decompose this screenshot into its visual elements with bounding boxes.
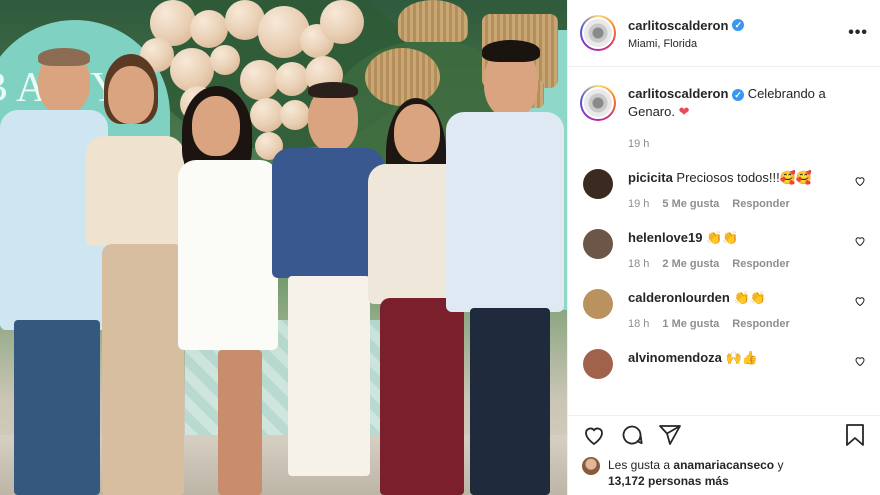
comment-text: 👏👏: [706, 230, 739, 245]
liker-avatar[interactable]: [582, 457, 600, 475]
comment-avatar[interactable]: [583, 289, 613, 319]
reply-button[interactable]: Responder: [732, 256, 789, 273]
comment-body: calderonlourden 👏👏 18 h 1 Me gusta Respo…: [628, 289, 848, 333]
likes-text: Les gusta a anamariacanseco y 13,172 per…: [608, 457, 783, 489]
post-actions-bar: [568, 415, 880, 453]
comment-username[interactable]: calderonlourden: [628, 290, 730, 305]
liker-username[interactable]: anamariacanseco: [673, 458, 774, 472]
heart-icon[interactable]: [582, 423, 606, 447]
post-location[interactable]: Miami, Florida: [628, 38, 848, 50]
comment-body: alvinomendoza 🙌👍: [628, 349, 848, 366]
post-side-panel: carlitoscalderon ✓ Miami, Florida ••• ca…: [567, 0, 880, 495]
reply-button[interactable]: Responder: [732, 196, 789, 213]
comment-username[interactable]: helenlove19: [628, 230, 702, 245]
post-header: carlitoscalderon ✓ Miami, Florida •••: [568, 0, 880, 67]
comment-item: picicita Preciosos todos!!!🥰🥰 19 h 5 Me …: [580, 169, 868, 213]
comment-item: helenlove19 👏👏 18 h 2 Me gusta Responder: [580, 229, 868, 273]
comment-time[interactable]: 18 h: [628, 256, 649, 273]
caption-verified-badge-icon: ✓: [732, 89, 745, 101]
author-info: carlitoscalderon ✓ Miami, Florida: [628, 17, 848, 50]
comment-body: picicita Preciosos todos!!!🥰🥰 19 h 5 Me …: [628, 169, 848, 213]
post-caption: carlitoscalderon ✓ Celebrando a Genaro. …: [580, 85, 868, 153]
more-options-icon[interactable]: •••: [848, 24, 868, 42]
comments-section: carlitoscalderon ✓ Celebrando a Genaro. …: [568, 67, 880, 415]
comment-item: calderonlourden 👏👏 18 h 1 Me gusta Respo…: [580, 289, 868, 333]
verified-badge-icon: ✓: [732, 19, 745, 31]
comment-username[interactable]: picicita: [628, 170, 673, 185]
caption-username[interactable]: carlitoscalderon: [628, 86, 728, 101]
comment-time[interactable]: 19 h: [628, 196, 649, 213]
comment-meta: 18 h 1 Me gusta Responder: [628, 316, 848, 333]
red-heart-emoji: ❤: [678, 104, 690, 119]
comment-meta: 18 h 2 Me gusta Responder: [628, 256, 848, 273]
author-username[interactable]: carlitoscalderon ✓: [628, 18, 745, 33]
post-photo[interactable]: BABY: [0, 0, 567, 495]
author-avatar[interactable]: [580, 15, 616, 51]
heart-outline-icon[interactable]: [854, 295, 868, 310]
comment-likes[interactable]: 1 Me gusta: [662, 316, 719, 333]
caption-time[interactable]: 19 h: [628, 135, 868, 153]
reply-button[interactable]: Responder: [732, 316, 789, 333]
comment-likes[interactable]: 2 Me gusta: [662, 256, 719, 273]
heart-outline-icon[interactable]: [854, 235, 868, 250]
comment-avatar[interactable]: [583, 169, 613, 199]
likes-summary: Les gusta a anamariacanseco y 13,172 per…: [568, 453, 880, 495]
instagram-post: BABY: [0, 0, 880, 495]
comment-time[interactable]: 18 h: [628, 316, 649, 333]
heart-outline-icon[interactable]: [854, 175, 868, 190]
comment-text: 👏👏: [733, 290, 766, 305]
likes-connector: y: [777, 458, 784, 472]
comment-item: alvinomendoza 🙌👍: [580, 349, 868, 379]
comment-avatar[interactable]: [583, 229, 613, 259]
comment-text: Preciosos todos!!!🥰🥰: [676, 170, 813, 185]
likes-prefix: Les gusta a: [608, 458, 671, 472]
comment-icon[interactable]: [620, 423, 644, 447]
heart-outline-icon[interactable]: [854, 355, 868, 370]
comment-body: helenlove19 👏👏 18 h 2 Me gusta Responder: [628, 229, 848, 273]
caption-avatar[interactable]: [580, 85, 616, 121]
author-username-text[interactable]: carlitoscalderon: [628, 18, 728, 33]
comment-text: 🙌👍: [725, 350, 758, 365]
comment-meta: 19 h 5 Me gusta Responder: [628, 196, 848, 213]
comment-likes[interactable]: 5 Me gusta: [662, 196, 719, 213]
likes-count[interactable]: 13,172 personas más: [608, 474, 729, 488]
comment-avatar[interactable]: [583, 349, 613, 379]
share-icon[interactable]: [658, 423, 682, 447]
comment-username[interactable]: alvinomendoza: [628, 350, 722, 365]
bookmark-icon[interactable]: [844, 423, 866, 447]
caption-body: carlitoscalderon ✓ Celebrando a Genaro. …: [628, 85, 868, 153]
